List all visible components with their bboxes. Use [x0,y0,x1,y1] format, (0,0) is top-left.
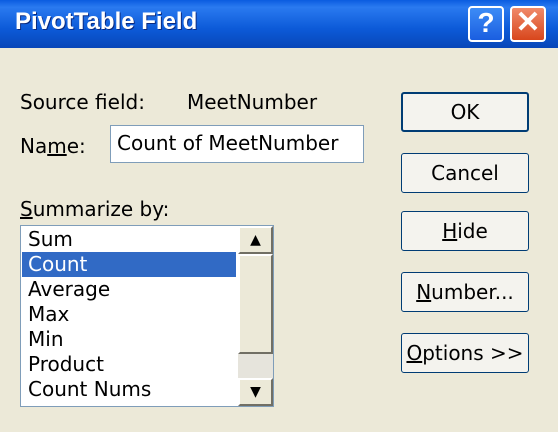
list-item[interactable]: Sum [22,227,236,252]
list-item[interactable]: Average [22,277,236,302]
options-button[interactable]: Options >> [401,333,529,373]
scroll-up-arrow-icon: ▲ [250,232,261,248]
listbox-scrollbar[interactable]: ▲ ▼ [238,226,273,406]
name-label: Name: [20,134,86,158]
list-item[interactable]: Product [22,352,236,377]
help-icon: ? [477,7,495,38]
list-item[interactable]: Count Nums [22,377,236,402]
pivottable-field-dialog: PivotTable Field ? ✕ Source field: MeetN… [0,0,558,432]
ok-button[interactable]: OK [401,92,529,132]
dialog-title: PivotTable Field [15,8,198,35]
list-item[interactable]: Max [22,302,236,327]
name-input[interactable]: Count of MeetNumber [110,125,364,163]
source-field-value: MeetNumber [187,90,318,114]
close-icon: ✕ [515,6,541,39]
source-field-label: Source field: [20,90,145,114]
help-button[interactable]: ? [468,6,504,42]
list-item[interactable]: Min [22,327,236,352]
hide-button[interactable]: Hide [401,211,529,251]
summarize-by-listbox[interactable]: Sum Count Average Max Min Product Count Nums ▲… [20,225,274,407]
number-button[interactable]: Number... [401,272,529,312]
list-item[interactable]: Count [22,252,236,277]
title-bar[interactable]: PivotTable Field ? ✕ [0,0,558,48]
cancel-button[interactable]: Cancel [401,153,529,193]
summarize-by-label: Summarize by: [20,197,170,221]
scroll-up-button[interactable]: ▲ [238,226,273,254]
scroll-thumb[interactable] [238,254,273,354]
scroll-down-arrow-icon: ▼ [250,384,261,400]
close-button[interactable]: ✕ [510,6,546,42]
scroll-down-button[interactable]: ▼ [238,378,273,406]
